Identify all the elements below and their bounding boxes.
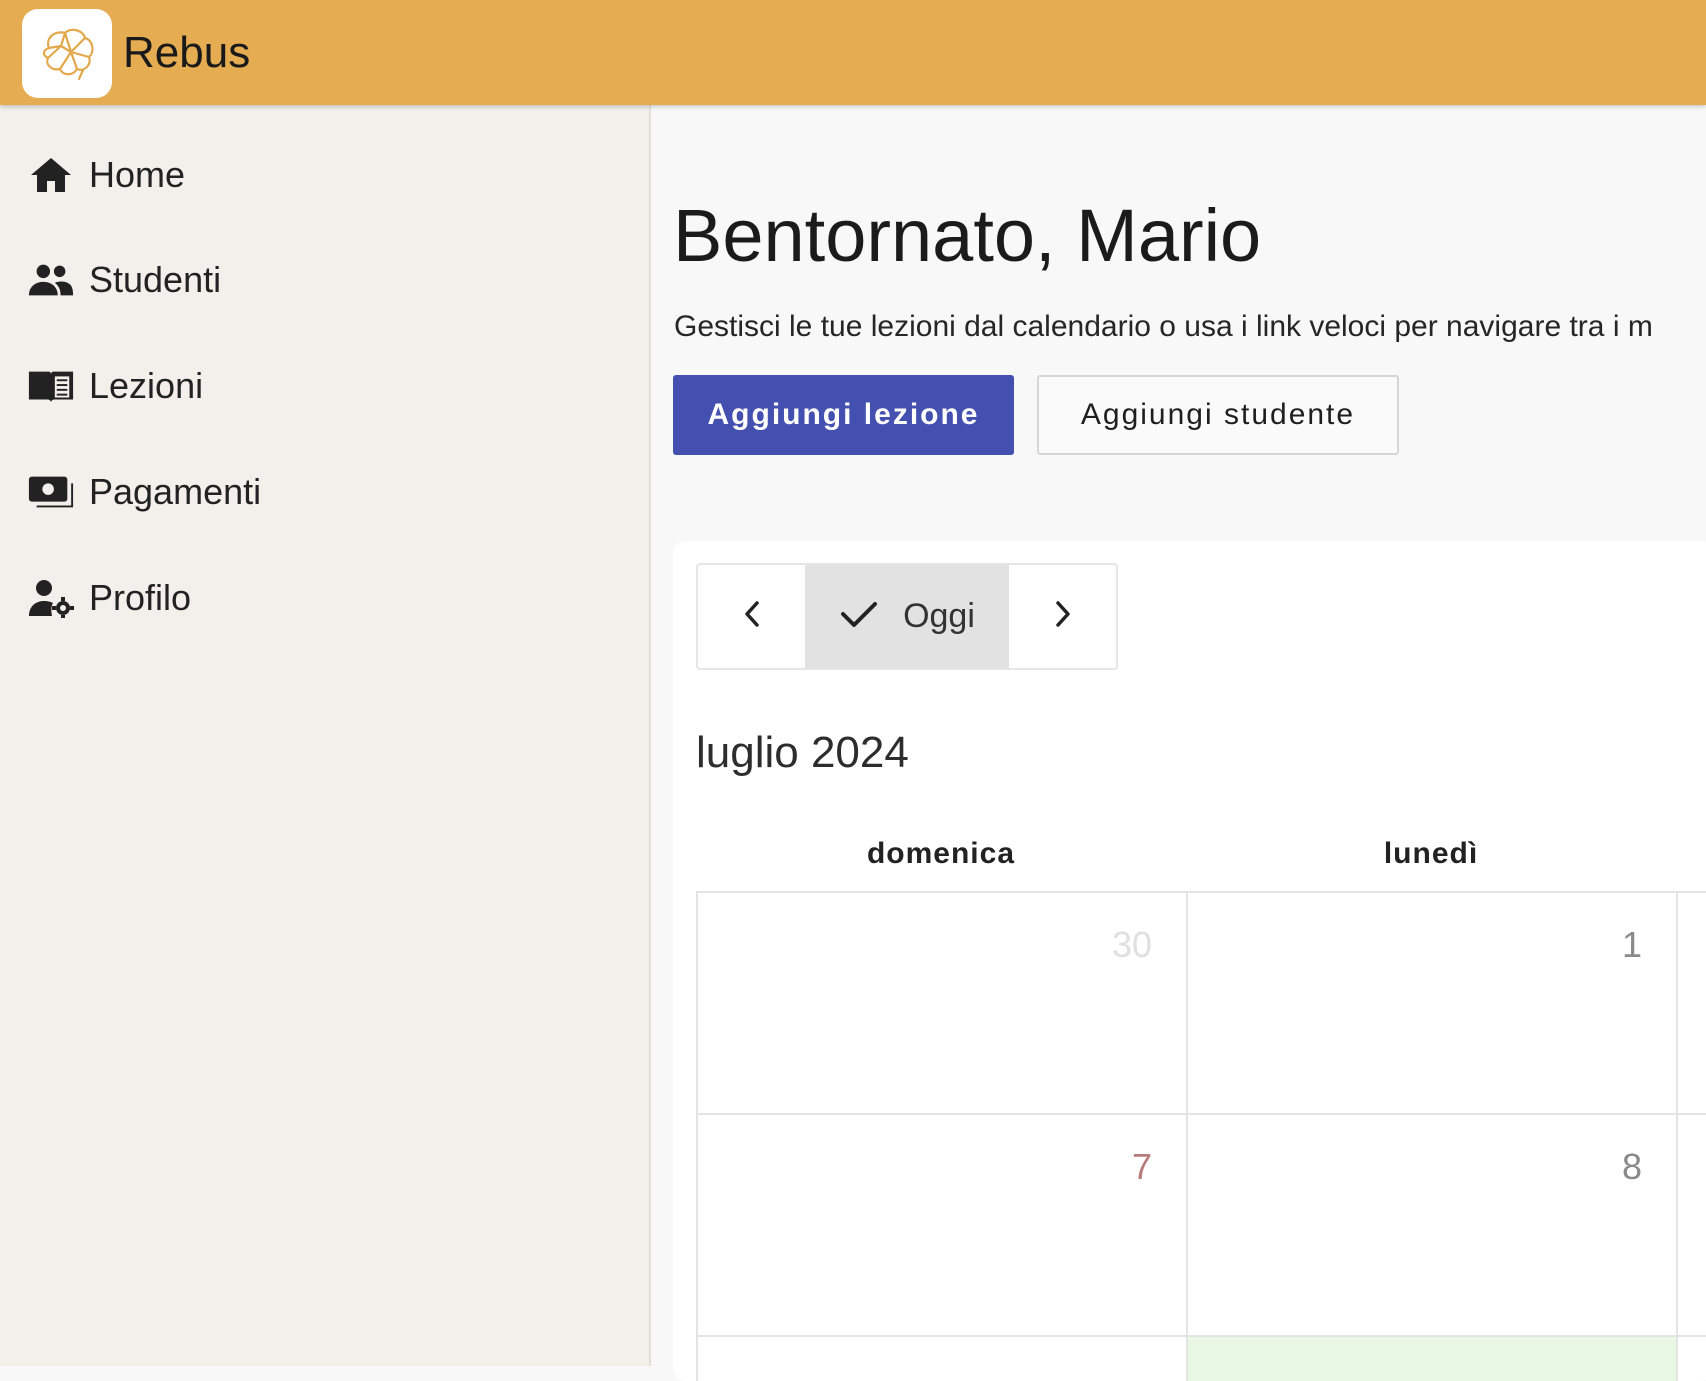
day-number: 7: [1131, 1146, 1152, 1187]
app-title: Rebus: [123, 28, 251, 77]
sidebar-item-profilo[interactable]: Profilo: [0, 558, 649, 638]
sidebar-item-studenti[interactable]: Studenti: [0, 240, 649, 320]
chevron-left-icon: [741, 599, 763, 634]
page-title: Bentornato, Mario: [673, 194, 1262, 277]
month-label: luglio 2024: [696, 728, 909, 777]
people-icon: [27, 260, 75, 300]
sidebar-item-label: Pagamenti: [89, 471, 262, 512]
today-label: Oggi: [903, 597, 975, 635]
calendar-day-cell-today[interactable]: [1188, 1337, 1678, 1381]
payments-icon: [27, 472, 75, 512]
sidebar-item-label: Lezioni: [89, 365, 204, 406]
calendar-day-cell[interactable]: 1: [1188, 893, 1678, 1115]
day-number: 30: [1111, 924, 1152, 965]
main-content: Bentornato, Mario Gestisci le tue lezion…: [651, 105, 1706, 1381]
sidebar: Home Studenti Lezioni Pagamenti Profilo: [0, 105, 651, 1366]
calendar-day-cell[interactable]: 8: [1188, 1115, 1678, 1337]
sidebar-item-label: Studenti: [89, 259, 222, 300]
sidebar-item-label: Home: [89, 154, 186, 195]
calendar-day-cell[interactable]: [698, 1337, 1188, 1381]
weekday-header: domenica: [866, 837, 1016, 870]
sidebar-item-lezioni[interactable]: Lezioni: [0, 346, 649, 426]
sidebar-item-pagamenti[interactable]: Pagamenti: [0, 452, 649, 532]
previous-month-button[interactable]: [698, 565, 805, 668]
today-button[interactable]: Oggi: [805, 565, 1009, 668]
calendar-day-cell[interactable]: [1678, 1115, 1706, 1337]
add-lesson-button[interactable]: Aggiungi lezione: [673, 375, 1014, 455]
calendar-grid: 30 1 7 8: [696, 891, 1706, 1381]
add-student-button[interactable]: Aggiungi studente: [1037, 375, 1399, 455]
calendar-day-cell[interactable]: [1678, 893, 1706, 1115]
calendar: Oggi luglio 2024 domenica lunedì 30 1 7: [673, 541, 1706, 1381]
calendar-day-cell[interactable]: 30: [698, 893, 1188, 1115]
chevron-right-icon: [1052, 599, 1074, 634]
app-header: Rebus: [0, 0, 1706, 105]
check-icon: [839, 599, 879, 634]
calendar-day-cell[interactable]: 7: [698, 1115, 1188, 1337]
day-number: 1: [1621, 924, 1642, 965]
calendar-navigation: Oggi: [696, 563, 1118, 670]
next-month-button[interactable]: [1009, 565, 1116, 668]
brain-icon[interactable]: [22, 9, 112, 98]
user-settings-icon: [27, 578, 75, 618]
home-icon: [27, 155, 75, 195]
day-number: 8: [1621, 1146, 1642, 1187]
weekday-header: lunedì: [1383, 837, 1479, 870]
book-icon: [27, 366, 75, 406]
sidebar-item-home[interactable]: Home: [0, 135, 649, 215]
sidebar-item-label: Profilo: [89, 577, 192, 618]
page-subtitle: Gestisci le tue lezioni dal calendario o…: [674, 310, 1653, 343]
